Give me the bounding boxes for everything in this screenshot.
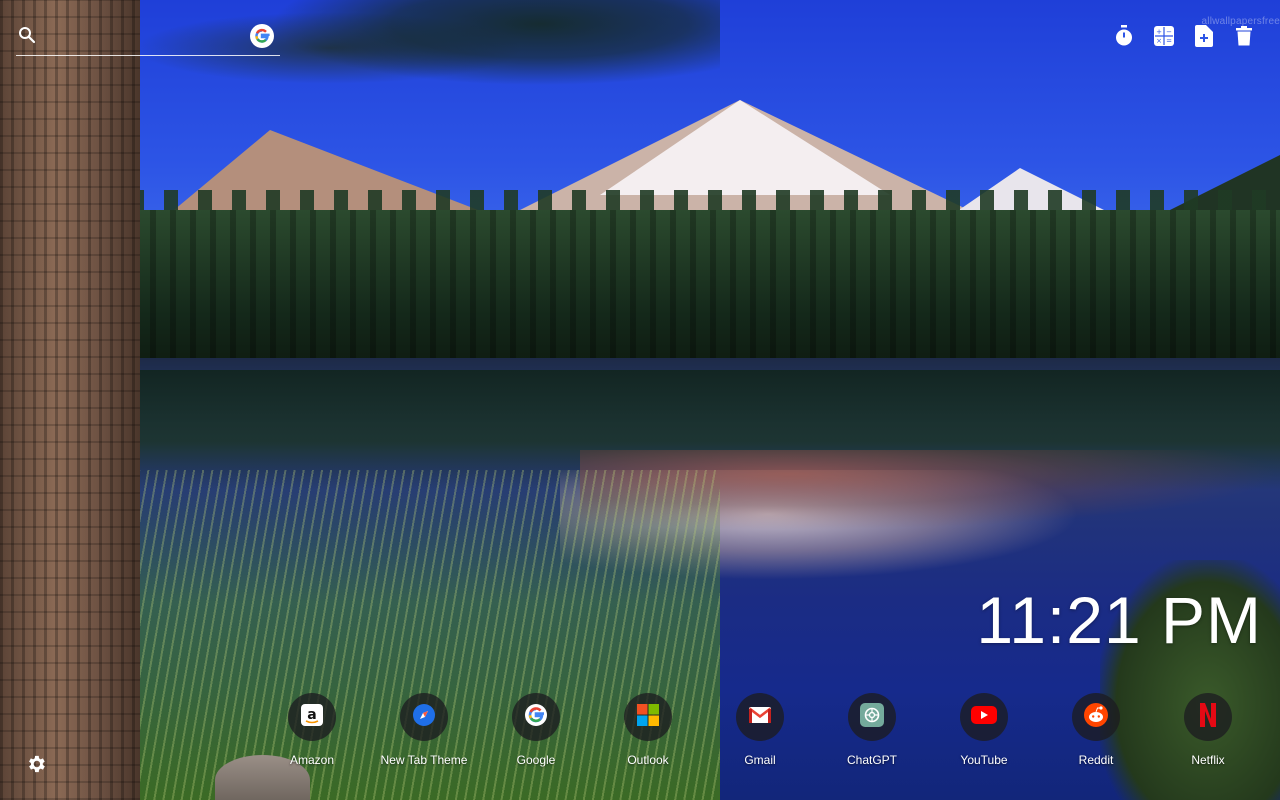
svg-text:+: +	[1156, 28, 1162, 36]
search-input[interactable]	[46, 24, 262, 50]
shortcut-label: YouTube	[960, 753, 1008, 767]
chatgpt-icon	[859, 702, 885, 733]
tree-trunk	[0, 0, 140, 800]
gmail-icon	[748, 705, 772, 730]
stopwatch-icon[interactable]	[1112, 24, 1136, 48]
shortcut-label: Outlook	[627, 753, 669, 767]
shortcut-label: Amazon	[289, 753, 335, 767]
svg-text:a: a	[307, 707, 316, 723]
compass-icon	[412, 703, 436, 732]
shortcut-amazon[interactable]: a Amazon	[256, 693, 368, 767]
netflix-icon	[1198, 702, 1218, 733]
shortcut-netflix[interactable]: Netflix	[1152, 693, 1264, 767]
trash-icon[interactable]	[1232, 24, 1256, 48]
forest	[130, 210, 1280, 360]
calculator-icon[interactable]: + − × =	[1152, 24, 1176, 48]
shortcut-label: Gmail	[744, 753, 776, 767]
svg-text:−: −	[1166, 28, 1172, 36]
shortcut-label: Netflix	[1191, 753, 1225, 767]
search-bar	[16, 22, 280, 56]
add-document-icon[interactable]	[1192, 24, 1216, 48]
shortcut-label: Google	[516, 753, 556, 767]
shortcut-label: Reddit	[1078, 753, 1114, 767]
search-icon[interactable]	[18, 26, 36, 44]
shortcut-youtube[interactable]: YouTube	[928, 693, 1040, 767]
shortcut-gmail[interactable]: Gmail	[704, 693, 816, 767]
microsoft-icon	[636, 703, 660, 732]
google-icon[interactable]	[250, 24, 274, 48]
search-underline	[16, 55, 280, 56]
clock: 11:21 PM	[976, 583, 1262, 657]
shortcut-bar: a Amazon New Tab Theme Google Outlook Gm…	[256, 693, 1264, 767]
wallpaper-background	[0, 0, 1280, 800]
shortcut-label: ChatGPT	[846, 753, 897, 767]
shortcut-outlook[interactable]: Outlook	[592, 693, 704, 767]
shortcut-label: New Tab Theme	[380, 753, 468, 767]
youtube-icon	[971, 705, 997, 729]
svg-text:×: ×	[1156, 37, 1162, 45]
reddit-icon	[1083, 702, 1109, 733]
shortcut-google[interactable]: Google	[480, 693, 592, 767]
amazon-icon: a	[300, 703, 324, 732]
top-toolbar: + − × =	[1112, 24, 1256, 48]
shortcut-new-tab-theme[interactable]: New Tab Theme	[368, 693, 480, 767]
shortcut-reddit[interactable]: Reddit	[1040, 693, 1152, 767]
gear-icon[interactable]	[25, 753, 47, 775]
google-icon	[524, 703, 548, 732]
shortcut-chatgpt[interactable]: ChatGPT	[816, 693, 928, 767]
pine-branches	[120, 0, 720, 120]
svg-text:=: =	[1166, 37, 1172, 45]
